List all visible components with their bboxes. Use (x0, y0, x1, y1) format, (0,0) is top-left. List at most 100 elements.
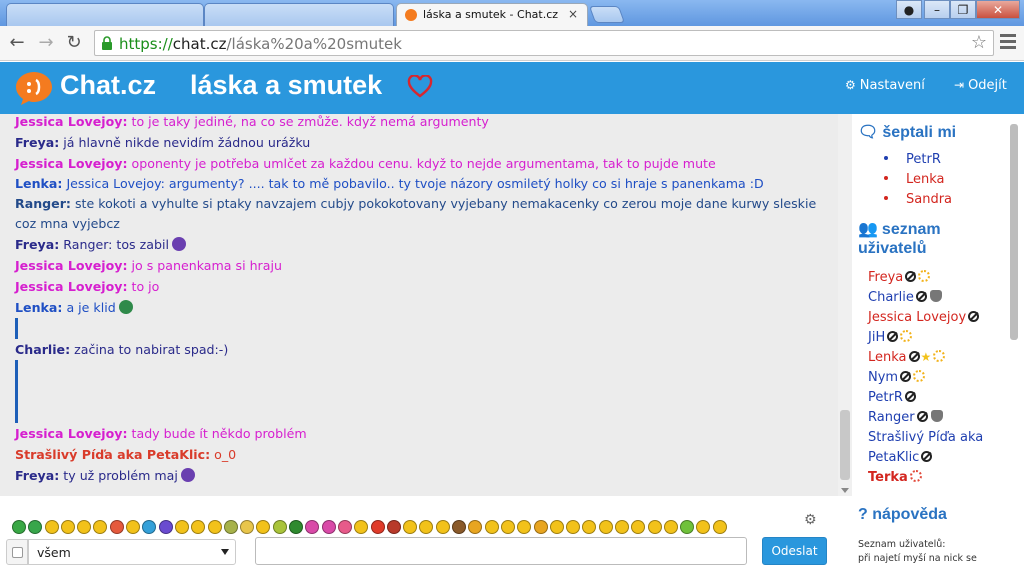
message-nick[interactable]: Lenka: (15, 300, 62, 315)
emoji-icon[interactable] (435, 519, 450, 534)
emoji-icon[interactable] (93, 519, 108, 534)
emoji-icon[interactable] (663, 519, 678, 534)
whisper-item[interactable]: Sandra (884, 192, 952, 207)
logout-link[interactable]: ⇥ Odejít (954, 78, 1007, 93)
minimize-button[interactable]: – (924, 0, 950, 19)
message-nick[interactable]: Jessica Lovejoy: (15, 114, 128, 129)
bookmark-star-icon[interactable]: ☆ (971, 32, 987, 53)
block-icon[interactable] (904, 391, 916, 402)
settings-link[interactable]: ⚙ Nastavení (845, 78, 925, 93)
tab-close-icon[interactable]: × (568, 7, 578, 21)
emoji-icon[interactable] (256, 519, 271, 534)
emoji-icon[interactable] (191, 519, 206, 534)
emoji-icon[interactable] (142, 519, 157, 534)
emoji-icon[interactable] (712, 519, 727, 534)
emoji-icon[interactable] (60, 519, 75, 534)
user-list-item[interactable]: PetrR (868, 390, 916, 405)
message-nick[interactable]: Freya: (15, 468, 59, 483)
emoji-icon[interactable] (12, 519, 26, 534)
emoji-icon[interactable] (549, 519, 564, 534)
emoji-icon[interactable] (386, 519, 401, 534)
emoji-icon[interactable] (647, 519, 662, 534)
message-nick[interactable]: Lenka: (15, 176, 62, 191)
back-arrow-icon[interactable]: ← (6, 32, 28, 54)
block-icon[interactable] (916, 411, 928, 422)
forward-arrow-icon[interactable]: → (35, 32, 57, 54)
message-nick[interactable]: Jessica Lovejoy: (15, 156, 128, 171)
emoji-icon[interactable] (354, 519, 369, 534)
user-list-item[interactable]: Freya (868, 270, 931, 285)
user-list-item[interactable]: Ranger (868, 410, 943, 425)
user-list-item[interactable]: JiH (868, 330, 913, 345)
emoji-icon[interactable] (158, 519, 173, 534)
browser-tab-active[interactable]: láska a smutek - Chat.cz × (396, 3, 588, 26)
message-nick[interactable]: Ranger: (15, 196, 71, 211)
help-title[interactable]: ? nápověda (858, 506, 947, 524)
block-icon[interactable] (921, 451, 933, 462)
emoji-icon[interactable] (240, 519, 255, 534)
emoji-icon[interactable] (207, 519, 222, 534)
emoji-icon[interactable] (533, 519, 548, 534)
message-nick[interactable]: Jessica Lovejoy: (15, 258, 128, 273)
chat-logo-icon[interactable] (14, 70, 54, 106)
address-bar[interactable]: https://chat.cz/láska%20a%20smutek ☆ (94, 30, 994, 56)
user-profile-icon[interactable]: ● (896, 0, 922, 19)
emoji-icon[interactable] (289, 519, 304, 534)
emoji-icon[interactable] (337, 519, 352, 534)
brand-title[interactable]: Chat.cz (60, 70, 156, 101)
send-button[interactable]: Odeslat (762, 537, 827, 565)
heart-icon[interactable] (407, 75, 433, 99)
emoji-icon[interactable] (614, 519, 629, 534)
emoji-icon[interactable] (28, 519, 43, 534)
block-icon[interactable] (900, 371, 912, 382)
user-list-item[interactable]: Strašlivý Píďa aka (868, 430, 983, 445)
emoji-icon[interactable] (370, 519, 385, 534)
sidebar-scrollbar[interactable] (1008, 124, 1020, 568)
emoji-icon[interactable] (566, 519, 581, 534)
emoji-icon[interactable] (223, 519, 238, 534)
whisper-item[interactable]: PetrR (884, 152, 941, 167)
emoji-icon[interactable] (174, 519, 189, 534)
whisper-item[interactable]: Lenka (884, 172, 945, 187)
chat-scrollbar[interactable] (838, 114, 852, 496)
emoji-icon[interactable] (44, 519, 59, 534)
block-icon[interactable] (915, 291, 927, 302)
message-input[interactable] (255, 537, 747, 565)
emoji-icon[interactable] (598, 519, 613, 534)
emoji-settings-gear-icon[interactable]: ⚙ (804, 512, 817, 528)
new-tab-button[interactable] (588, 6, 626, 23)
user-list-item[interactable]: PetaKlic (868, 450, 933, 465)
emoji-icon[interactable] (109, 519, 124, 534)
message-nick[interactable]: Strašlivý Píďa aka PetaKlic: (15, 447, 210, 462)
block-icon[interactable] (908, 351, 920, 362)
browser-tab-1[interactable] (6, 3, 204, 26)
emoji-icon[interactable] (468, 519, 483, 534)
emoji-icon[interactable] (403, 519, 418, 534)
close-window-button[interactable]: ✕ (976, 0, 1020, 19)
user-list-item[interactable]: Nym (868, 370, 926, 385)
emoji-icon[interactable] (680, 519, 695, 534)
block-icon[interactable] (968, 311, 980, 322)
emoji-icon[interactable] (631, 519, 646, 534)
maximize-button[interactable]: ❐ (950, 0, 976, 19)
private-checkbox[interactable] (6, 539, 28, 565)
block-icon[interactable] (887, 331, 899, 342)
emoji-icon[interactable] (484, 519, 499, 534)
emoji-icon[interactable] (126, 519, 141, 534)
emoji-icon[interactable] (452, 519, 467, 534)
emoji-icon[interactable] (305, 519, 320, 534)
user-list-item[interactable]: Lenka ★ (868, 350, 946, 365)
emoji-icon[interactable] (517, 519, 532, 534)
emoji-icon[interactable] (696, 519, 711, 534)
browser-menu-icon[interactable] (1000, 34, 1016, 52)
emoji-icon[interactable] (419, 519, 434, 534)
message-nick[interactable]: Jessica Lovejoy: (15, 426, 128, 441)
message-nick[interactable]: Jessica Lovejoy: (15, 279, 128, 294)
block-icon[interactable] (905, 271, 917, 282)
reload-icon[interactable]: ↻ (63, 32, 85, 54)
emoji-icon[interactable] (582, 519, 597, 534)
message-nick[interactable]: Freya: (15, 237, 59, 252)
browser-tab-2[interactable] (204, 3, 394, 26)
user-list-item[interactable]: Jessica Lovejoy (868, 310, 980, 325)
recipient-select[interactable]: všem (28, 539, 236, 565)
